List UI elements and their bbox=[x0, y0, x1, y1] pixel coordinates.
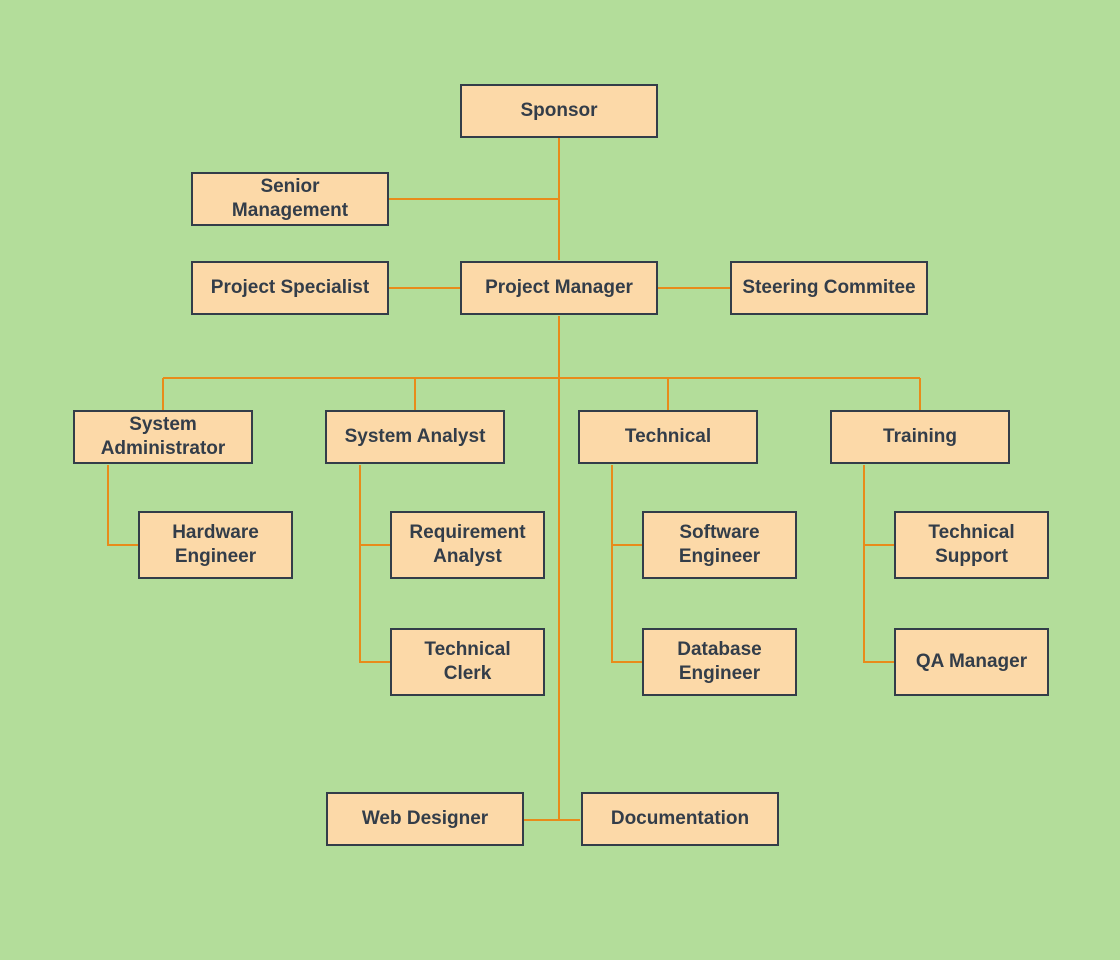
connector-lines bbox=[0, 0, 1120, 960]
node-technical-clerk: Technical Clerk bbox=[390, 628, 545, 696]
node-hardware-engineer: Hardware Engineer bbox=[138, 511, 293, 579]
node-documentation: Documentation bbox=[581, 792, 779, 846]
node-senior-management: Senior Management bbox=[191, 172, 389, 226]
node-technical-support: Technical Support bbox=[894, 511, 1049, 579]
node-technical: Technical bbox=[578, 410, 758, 464]
node-training: Training bbox=[830, 410, 1010, 464]
node-project-specialist: Project Specialist bbox=[191, 261, 389, 315]
node-qa-manager: QA Manager bbox=[894, 628, 1049, 696]
node-web-designer: Web Designer bbox=[326, 792, 524, 846]
node-steering-committee: Steering Commitee bbox=[730, 261, 928, 315]
node-software-engineer: Software Engineer bbox=[642, 511, 797, 579]
node-requirement-analyst: Requirement Analyst bbox=[390, 511, 545, 579]
node-database-engineer: Database Engineer bbox=[642, 628, 797, 696]
node-project-manager: Project Manager bbox=[460, 261, 658, 315]
node-system-analyst: System Analyst bbox=[325, 410, 505, 464]
node-sponsor: Sponsor bbox=[460, 84, 658, 138]
node-system-administrator: System Administrator bbox=[73, 410, 253, 464]
